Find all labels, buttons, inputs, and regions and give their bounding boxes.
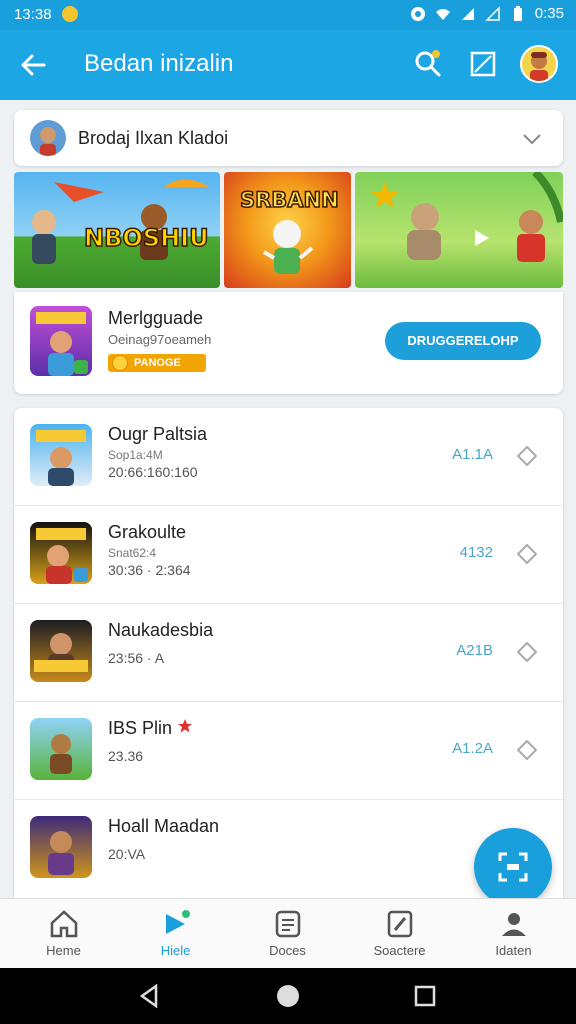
notification-icon [62, 6, 78, 22]
alarm-icon [410, 6, 425, 21]
status-bar: 13:38 0:35 [0, 0, 576, 30]
diamond-icon[interactable] [517, 544, 537, 564]
banner-1[interactable]: NBOSHIU [14, 172, 220, 288]
list-item[interactable]: IBS Plin 23.36 A1.2A [14, 702, 563, 800]
tab-home[interactable]: Heme [6, 899, 121, 969]
coin-icon [112, 355, 128, 371]
featured-subtitle: Oeinag97oeameh [108, 332, 212, 347]
list-item-score: A1.2A [452, 740, 493, 757]
banner-2[interactable]: SRBANN [224, 172, 351, 288]
featured-tag: PANOGE [108, 354, 206, 372]
banner-3-art [371, 172, 563, 262]
tab-search-label: Soactere [373, 943, 426, 958]
featured-thumbnail [30, 306, 92, 376]
back-arrow-icon[interactable] [18, 50, 48, 80]
status-time: 13:38 [14, 6, 52, 23]
system-home-icon[interactable] [276, 984, 300, 1008]
list-item-meta: 20:VA [108, 846, 146, 862]
home-icon [50, 910, 78, 938]
banner-3[interactable] [355, 172, 563, 288]
list-item-score: A1.1A [452, 446, 493, 463]
scan-button[interactable] [474, 828, 552, 906]
game-list: Ougr Paltsia Sop1a:4M 20:66:160:160 A1.1… [14, 408, 563, 898]
edit-icon [387, 910, 413, 938]
list-item[interactable]: Ougr Paltsia Sop1a:4M 20:66:160:160 A1.1… [14, 408, 563, 506]
list-item[interactable]: Naukadesbia 23:56 · A A21B [14, 604, 563, 702]
selector-label: Brodaj Ilxan Kladoi [78, 128, 229, 148]
list-item-name: Ougr Paltsia [108, 424, 208, 444]
list-item-meta: 23:56 · A [108, 650, 165, 666]
account-selector[interactable]: Brodaj Ilxan Kladoi [14, 110, 563, 166]
diamond-icon[interactable] [517, 446, 537, 466]
image-icon[interactable] [467, 48, 499, 80]
list-item-thumbnail [30, 522, 92, 584]
list-item-thumbnail [30, 816, 92, 878]
tab-home-label: Heme [46, 943, 81, 958]
tab-docs-label: Doces [269, 943, 306, 958]
page-title: Bedan inizalin [84, 50, 234, 77]
signal-icon [461, 7, 474, 20]
play-icon [166, 910, 190, 934]
tab-play[interactable]: Hiele [118, 899, 233, 969]
system-recents-icon[interactable] [414, 984, 436, 1008]
wifi-icon [435, 8, 450, 20]
diamond-icon[interactable] [517, 740, 537, 760]
app-bar: Bedan inizalin [0, 30, 576, 100]
list-item-meta: 23.36 [108, 748, 144, 764]
list-item-score: A21B [456, 642, 493, 659]
search-icon[interactable] [412, 48, 444, 80]
list-item-meta: 20:66:160:160 [108, 464, 198, 480]
system-navigation [0, 968, 576, 1024]
featured-name: Merlgguade [108, 308, 204, 328]
selector-avatar [30, 120, 66, 156]
diamond-icon[interactable] [517, 642, 537, 662]
document-icon [275, 910, 301, 938]
profile-icon [502, 913, 526, 936]
tab-search[interactable]: Soactere [342, 899, 457, 969]
status-icons: 0:35 [410, 5, 564, 22]
tab-play-label: Hiele [160, 943, 191, 958]
list-item-name: Hoall Maadan [108, 816, 220, 836]
avatar[interactable] [520, 45, 558, 83]
banner-2-title: SRBANN [239, 187, 339, 213]
list-item-name: Naukadesbia [108, 620, 214, 640]
star-icon [178, 719, 193, 733]
signal-icon-2 [484, 5, 500, 21]
tab-profile-label: Idaten [495, 943, 532, 958]
featured-card[interactable]: Merlgguade Oeinag97oeameh PANOGE DRUGGER… [14, 292, 563, 394]
list-item[interactable]: Grakoulte Snat62:4 30:36 · 2:364 4132 [14, 506, 563, 604]
list-item-score: 4132 [459, 544, 493, 561]
list-item-subtitle: Sop1a:4M [108, 448, 163, 462]
list-item-name: Grakoulte [108, 522, 187, 542]
list-item-thumbnail [30, 718, 92, 780]
tab-docs[interactable]: Doces [230, 899, 345, 969]
scan-icon [498, 852, 528, 882]
banner-1-title: NBOSHIU [83, 223, 209, 253]
list-item-thumbnail [30, 620, 92, 682]
list-item-thumbnail [30, 424, 92, 486]
banner-carousel[interactable]: NBOSHIU SRBANN [14, 172, 563, 288]
status-time-right: 0:35 [534, 5, 564, 22]
list-item-subtitle: Snat62:4 [108, 546, 157, 560]
list-item-name-text: IBS Plin [108, 718, 173, 738]
battery-icon [513, 5, 522, 21]
featured-tag-label: PANOGE [134, 357, 181, 369]
system-back-icon[interactable] [138, 984, 160, 1008]
list-item-name: IBS Plin [108, 718, 193, 739]
featured-action-button[interactable]: DRUGGERELOHP [385, 322, 541, 360]
bottom-navigation: Heme Hiele Doces Soactere Idaten [0, 898, 576, 968]
tab-profile[interactable]: Idaten [456, 899, 571, 969]
list-item-meta: 30:36 · 2:364 [108, 562, 191, 578]
chevron-down-icon[interactable] [521, 128, 543, 150]
